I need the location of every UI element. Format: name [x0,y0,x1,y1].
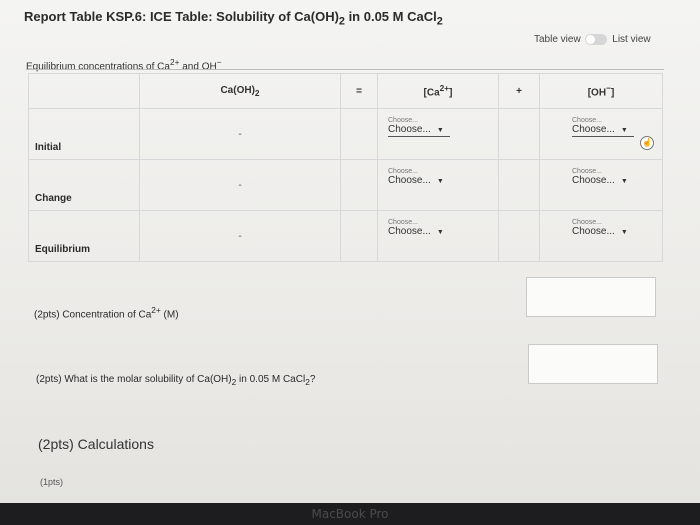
header-caoh2: Ca(OH)2 [139,73,341,109]
caoh2-initial: - [139,108,341,160]
oh-initial-select[interactable]: Choose... Choose... ▼ [572,117,634,137]
header-equals: = [340,73,378,109]
molar-solubility-answer-field[interactable] [528,344,658,384]
switch-knob [586,35,596,44]
equals-cell [340,210,378,262]
oh-equilibrium-select[interactable]: Choose... Choose... ▼ [572,219,634,238]
chevron-down-icon: ▼ [620,229,628,236]
hand-cursor-icon: ☝ [640,136,654,150]
chevron-down-icon: ▼ [620,178,628,185]
view-switch[interactable] [585,34,608,45]
ca-equilibrium-cell: Choose... Choose... ▼ [377,210,499,262]
table-header-row: Ca(OH)2 = [Ca2+] + [OH−] [28,73,663,109]
table-row-initial: Initial - Choose... Choose... ▼ Choose...… [28,108,663,160]
chevron-down-icon: ▼ [620,127,628,134]
caoh2-equilibrium: - [139,210,341,262]
equals-cell [340,108,378,160]
question-molar-solubility: (2pts) What is the molar solubility of C… [36,374,316,387]
oh-change-cell: Choose... Choose... ▼ [539,159,663,211]
chevron-down-icon: ▼ [436,229,444,236]
ca-equilibrium-select[interactable]: Choose... Choose... ▼ [388,219,450,238]
row-label-initial: Initial [28,108,140,160]
page: Report Table KSP.6: ICE Table: Solubilit… [0,0,700,505]
ca-initial-cell: Choose... Choose... ▼ [377,108,499,160]
row-label-equilibrium: Equilibrium [28,210,140,262]
oh-equilibrium-cell: Choose... Choose... ▼ [539,210,663,262]
header-blank [28,73,140,109]
table-view-label[interactable]: Table view [534,34,581,45]
calculations-heading: (2pts) Calculations [38,436,154,452]
view-toggle[interactable]: Table view List view [534,34,651,45]
plus-cell [498,159,540,211]
plus-cell [498,210,540,262]
question-concentration: (2pts) Concentration of Ca2+ (M) [34,305,179,321]
chevron-down-icon: ▼ [436,178,444,185]
list-view-label[interactable]: List view [612,34,650,45]
concentration-answer-field[interactable] [526,277,656,317]
equals-cell [340,159,378,211]
ice-table: Ca(OH)2 = [Ca2+] + [OH−] Initial - Choos… [28,73,663,262]
ca-change-cell: Choose... Choose... ▼ [377,159,499,211]
points-label: (1pts) [40,477,64,487]
header-ca: [Ca2+] [377,73,499,109]
chevron-down-icon: ▼ [436,127,444,134]
header-oh: [OH−] [539,73,663,109]
bezel-label: MacBook Pro [311,507,389,521]
header-plus: + [498,73,540,109]
oh-initial-cell: Choose... Choose... ▼ [539,108,663,160]
table-row-change: Change - Choose... Choose... ▼ Choose... … [28,159,663,211]
ca-initial-select[interactable]: Choose... Choose... ▼ [388,117,450,137]
section-label: Equilibrium concentrations of Ca2+ and O… [26,57,222,73]
page-title: Report Table KSP.6: ICE Table: Solubilit… [24,9,443,28]
plus-cell [498,108,540,160]
oh-change-select[interactable]: Choose... Choose... ▼ [572,168,634,187]
divider [26,69,664,70]
ca-change-select[interactable]: Choose... Choose... ▼ [388,168,450,187]
laptop-bezel: MacBook Pro [0,503,700,525]
caoh2-change: - [139,159,341,211]
table-row-equilibrium: Equilibrium - Choose... Choose... ▼ Choos… [28,210,663,262]
row-label-change: Change [28,159,140,211]
